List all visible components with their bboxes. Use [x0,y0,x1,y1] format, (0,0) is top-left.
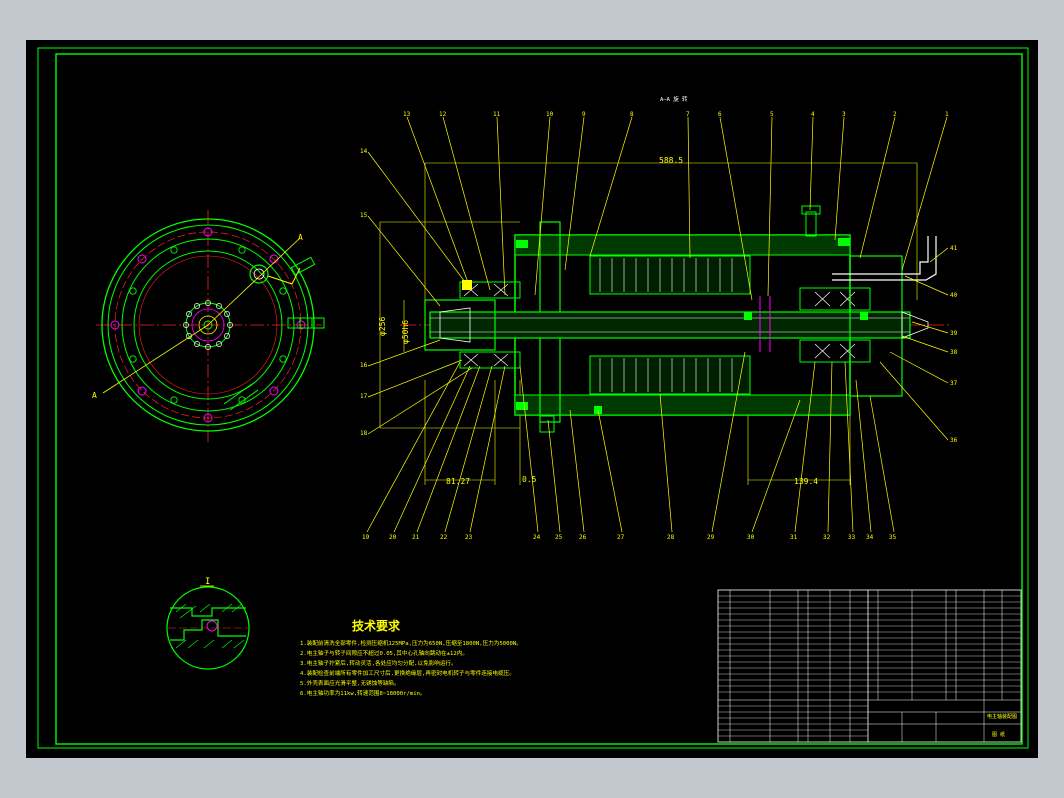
note-line-3: 3.电主轴子拧紧后,转动灵活,各处应均匀分配,以免影响运行。 [300,659,457,667]
dim-shaft-gap: 0.5 [522,475,537,484]
balloon-14: 14 [360,148,368,155]
balloon-9: 9 [582,111,586,118]
balloon-2: 2 [893,111,897,118]
cad-drawing-canvas[interactable]: A A I A—A 旋 转 588.5 φ256 φ50h6 81.27 0.5 [0,0,1064,798]
balloon-41: 41 [950,245,958,252]
balloon-38: 38 [950,349,958,356]
balloon-21: 21 [412,534,420,541]
balloon-7: 7 [686,111,690,118]
balloon-18: 18 [360,430,368,437]
balloon-28: 28 [667,534,675,541]
section-title: A—A 旋 转 [660,95,688,103]
view-marker-bottom: A [92,391,97,400]
balloon-6: 6 [718,111,722,118]
balloon-4: 4 [811,111,815,118]
balloon-15: 15 [360,212,368,219]
balloon-19: 19 [362,534,370,541]
balloon-13: 13 [403,111,411,118]
note-line-4: 4.装配检查前端所有零件加工尺寸后,更换绝缘层,再密封电机转子与零件连接电缆压。 [300,669,515,677]
balloon-31: 31 [790,534,798,541]
balloon-17: 17 [360,393,368,400]
balloon-34: 34 [866,534,874,541]
balloon-37: 37 [950,380,958,387]
balloon-22: 22 [440,534,448,541]
note-line-5: 5.外壳表面应光滑平整,无锈蚀等缺陷。 [300,679,400,687]
note-line-1: 1.装配前清洗全部零件,检测压缩机125MPa,压力为650N,压缩至1800N… [300,639,522,647]
balloon-40: 40 [950,292,958,299]
title-block-sheet: 图 纸 [992,731,1005,738]
balloon-24: 24 [533,534,541,541]
balloon-11: 11 [493,111,501,118]
balloon-25: 25 [555,534,563,541]
balloon-26: 26 [579,534,587,541]
note-line-6: 6.电主轴功率为11kw,转速范围8~18000r/min。 [300,689,426,697]
balloon-23: 23 [465,534,473,541]
balloon-8: 8 [630,111,634,118]
view-marker-top: A [298,233,303,242]
title-block-name: 电主轴装配图 [987,713,1017,720]
balloon-30: 30 [747,534,755,541]
balloon-16: 16 [360,362,368,369]
dim-overall-length: 588.5 [659,156,683,165]
balloon-12: 12 [439,111,447,118]
balloon-36: 36 [950,437,958,444]
balloon-33: 33 [848,534,856,541]
balloon-10: 10 [546,111,554,118]
note-line-2: 2.电主轴子与转子间隙应不超过0.05,其中心孔轴向跳动在±12内。 [300,649,468,657]
balloon-3: 3 [842,111,846,118]
balloon-27: 27 [617,534,625,541]
detail-marker: I [205,577,210,587]
balloon-39: 39 [950,330,958,337]
balloon-32: 32 [823,534,831,541]
dim-left-diameter: φ50h6 [401,320,410,344]
dim-outer-diameter: φ256 [378,317,387,336]
notes-title: 技术要求 [352,618,401,633]
balloon-29: 29 [707,534,715,541]
dim-rear-length: 139.4 [794,477,818,486]
balloon-5: 5 [770,111,774,118]
balloon-35: 35 [889,534,897,541]
balloon-20: 20 [389,534,397,541]
balloon-1: 1 [945,111,949,118]
